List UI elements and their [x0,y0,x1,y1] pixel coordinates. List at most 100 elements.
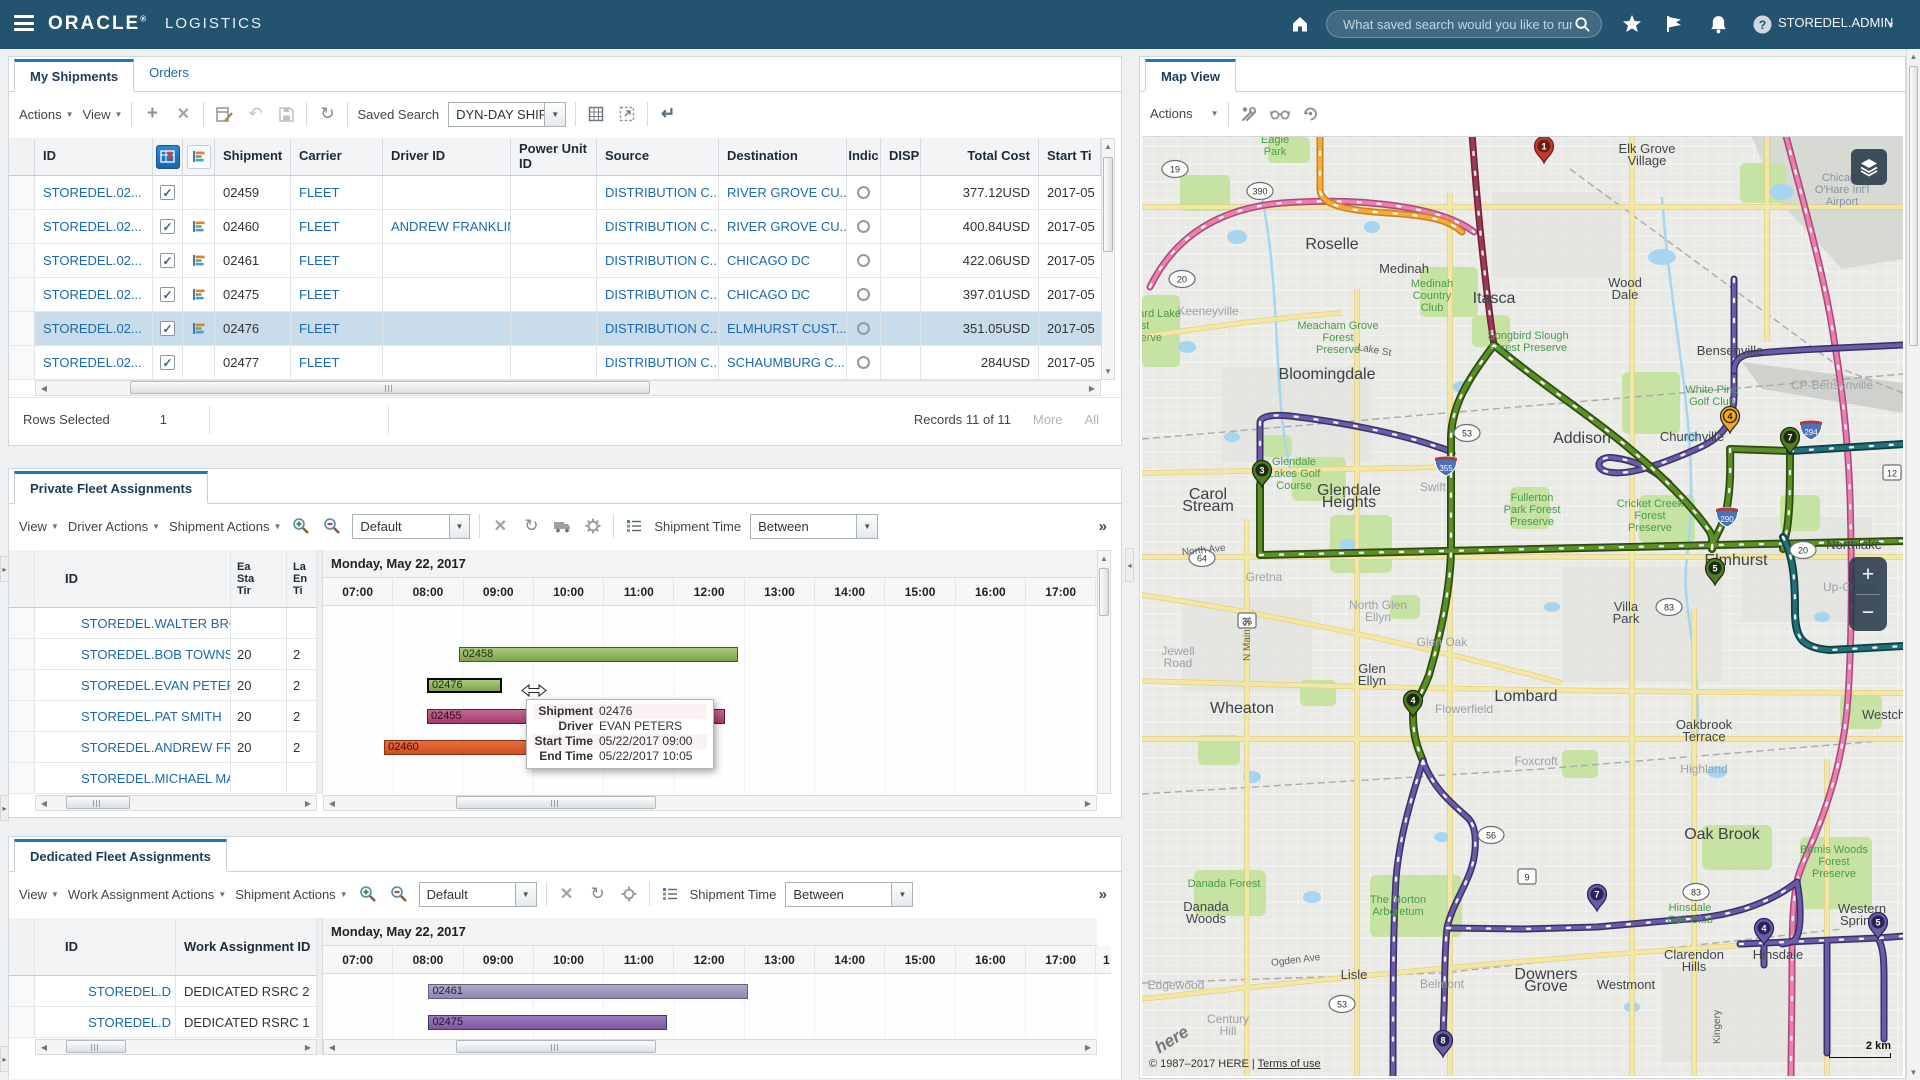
driver-row[interactable]: STOREDEL.EVAN PETERS 20 2 [9,670,317,701]
home-icon[interactable] [1288,12,1312,36]
pf-vertical-scrollbar[interactable]: ▲ [1097,550,1111,794]
destination-link[interactable]: SCHAUMBURG C... [719,346,847,379]
map-splitter-handle[interactable]: ◂ [1125,548,1134,582]
df-grid-hscrollbar[interactable]: ◀ ▶ [35,1039,317,1055]
truck-icon[interactable] [551,515,573,537]
saved-search-dropdown[interactable]: DYN-DAY SHIF ▼ [448,101,567,127]
shipment-id-link[interactable]: STOREDEL.02... [35,244,153,277]
row-gantt-icon[interactable] [183,312,215,345]
tab-dedicated-fleet[interactable]: Dedicated Fleet Assignments [14,839,227,872]
gantt-bar-02461[interactable]: 02461 [428,984,749,999]
df-shipment-time-dropdown[interactable]: Between ▼ [785,881,914,907]
table-row[interactable]: STOREDEL.02... ✓ 02459 FLEET DISTRIBUTION C.… [9,176,1101,210]
col-total-cost[interactable]: Total Cost [921,138,1039,175]
zoom-out-icon[interactable] [321,515,343,537]
pf-preset-dropdown[interactable]: Default ▼ [352,513,471,539]
gear-icon[interactable] [582,515,604,537]
edit-table-icon[interactable] [213,103,235,125]
df-preset-dropdown[interactable]: Default ▼ [418,881,537,907]
map-select-checkbox[interactable]: ✓ [153,210,183,243]
destination-link[interactable]: CHICAGO DC [719,244,847,277]
map-tools-icon[interactable] [1238,103,1260,125]
user-menu[interactable]: STOREDEL.ADMIN [1778,15,1893,30]
actions-menu[interactable]: Actions ▼ [19,107,74,122]
df-collapse-handle[interactable]: ▸ [0,1046,9,1072]
map-glasses-icon[interactable] [1269,103,1291,125]
map-select-checkbox[interactable]: ✓ [153,312,183,345]
shipments-horizontal-scrollbar[interactable]: ◀ ▶ [35,380,1101,396]
zoom-out-button[interactable]: − [1849,595,1887,632]
indicator-circle[interactable] [847,176,881,209]
pf-shipment-time-dropdown[interactable]: Between ▼ [750,513,879,539]
driver-link[interactable]: STOREDEL.EVAN PETERS [35,670,231,700]
table-row[interactable]: STOREDEL.02... ✓ 02460 FLEET ANDREW FRANKLIN… [9,210,1101,244]
carrier-link[interactable]: FLEET [291,346,383,379]
source-link[interactable]: DISTRIBUTION C... [597,278,719,311]
help-icon[interactable]: ? [1750,12,1774,36]
all-link[interactable]: All [1085,412,1099,427]
add-icon[interactable]: + [141,103,163,125]
pf-shipment-actions-menu[interactable]: Shipment Actions ▼ [169,519,281,534]
resource-id-link[interactable]: STOREDEL.D [35,976,176,1006]
layers-icon[interactable] [1851,149,1887,185]
col-map-select[interactable] [153,138,183,175]
map-canvas[interactable]: 19 390 20 53 64 36 12 20 83 83 56 9 53 294 355 290 Eagl… [1142,136,1903,1076]
pf-view-menu[interactable]: View ▼ [19,519,59,534]
detach-icon[interactable] [616,103,638,125]
pf-overflow-chevrons[interactable]: » [1099,518,1107,535]
driver-link[interactable]: STOREDEL.BOB TOWNSEND [35,639,231,669]
more-link[interactable]: More [1033,412,1063,427]
col-gantt[interactable] [183,138,215,175]
carrier-link[interactable]: FLEET [291,278,383,311]
gantt-chart-icon[interactable] [186,144,211,169]
col-shipment[interactable]: Shipment [215,138,291,175]
shipments-vertical-scrollbar[interactable]: ▲ ▼ [1101,138,1115,380]
favorites-star-icon[interactable] [1620,12,1644,36]
map-rotate-icon[interactable] [1300,103,1322,125]
row-gantt-icon[interactable] [183,210,215,243]
view-menu[interactable]: View ▼ [83,107,123,122]
row-gantt-icon[interactable] [183,244,215,277]
driver-link[interactable]: STOREDEL.MICHAEL MARTIN [35,763,231,793]
indicator-circle[interactable] [847,346,881,379]
df-overflow-chevrons[interactable]: » [1099,886,1107,903]
df-clear-icon[interactable]: ✕ [556,883,578,905]
col-driver[interactable]: Driver ID [383,138,511,175]
df-legend-list-icon[interactable] [659,883,681,905]
map-actions-menu[interactable]: Actions ▼ [1150,106,1219,121]
indicator-circle[interactable] [847,244,881,277]
df-view-menu[interactable]: View ▼ [19,887,59,902]
df-zoom-in-icon[interactable] [357,883,379,905]
indicator-circle[interactable] [847,278,881,311]
carrier-link[interactable]: FLEET [291,176,383,209]
col-id[interactable]: ID [35,138,153,175]
df-col-id[interactable]: ID [35,918,176,975]
tab-map-view[interactable]: Map View [1145,59,1237,92]
driver-row[interactable]: STOREDEL.ANDREW FRANKLIN202 [9,732,317,763]
col-start-time[interactable]: Start Ti [1039,138,1101,175]
zoom-in-icon[interactable] [290,515,312,537]
carrier-link[interactable]: FLEET [291,312,383,345]
driver-row[interactable]: STOREDEL.WALTER BROWN [9,608,317,639]
shipment-id-link[interactable]: STOREDEL.02... [35,346,153,379]
pf-collapse-handle-2[interactable]: ▸ [0,795,9,821]
table-row[interactable]: STOREDEL.02... ✓ 02476 FLEET DISTRIBUTION C.… [9,312,1101,346]
shipment-id-link[interactable]: STOREDEL.02... [35,210,153,243]
legend-list-icon[interactable] [623,515,645,537]
menu-icon[interactable] [14,15,34,33]
col-carrier[interactable]: Carrier [291,138,383,175]
driver-row[interactable]: STOREDEL.PAT SMITH 20 2 [9,701,317,732]
resource-id-link[interactable]: STOREDEL.D [35,1007,176,1037]
gantt-bar-02458[interactable]: 02458 [458,647,738,662]
df-work-assignment-actions-menu[interactable]: Work Assignment Actions ▼ [68,887,226,902]
source-link[interactable]: DISTRIBUTION C... [597,312,719,345]
map-select-checkbox[interactable]: ✓ [153,278,183,311]
user-menu-caret-icon[interactable]: ▼ [1886,20,1895,30]
grid-view-icon[interactable] [585,103,607,125]
indicator-circle[interactable] [847,312,881,345]
table-row[interactable]: STOREDEL.02... ✓ 02477 FLEET DISTRIBUTION C.… [9,346,1101,380]
driver-link[interactable]: STOREDEL.WALTER BROWN [35,608,231,638]
map-select-checkbox[interactable]: ✓ [153,346,183,379]
indicator-circle[interactable] [847,210,881,243]
map-select-checkbox[interactable]: ✓ [153,244,183,277]
